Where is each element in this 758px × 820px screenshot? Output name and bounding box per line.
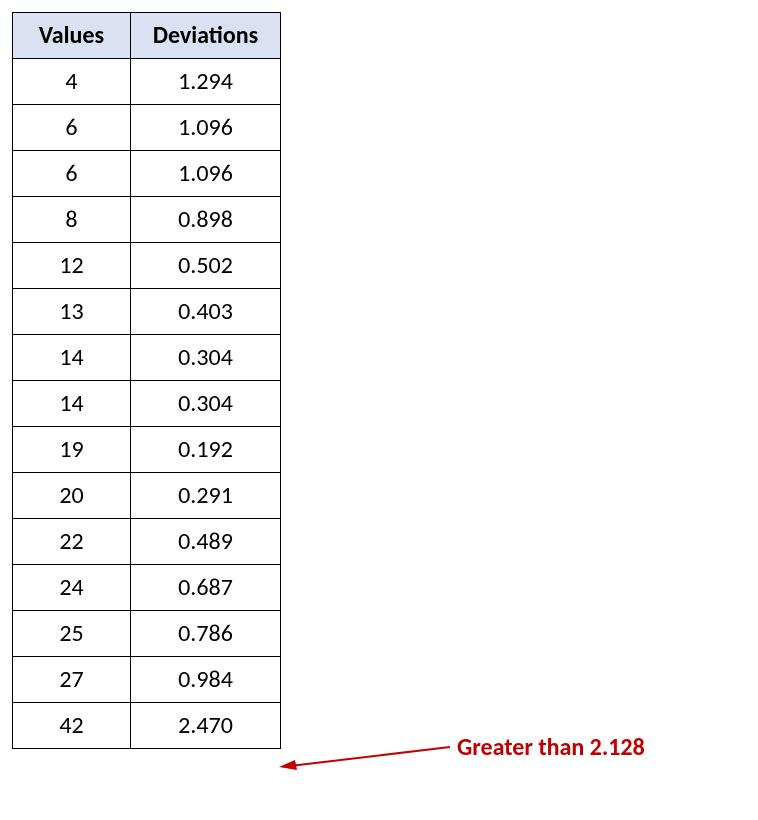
deviation-cell: 1.096 bbox=[131, 105, 281, 151]
table-row: 12 0.502 bbox=[13, 243, 281, 289]
table-header-row: Values Deviations bbox=[13, 13, 281, 59]
table-row: 42 2.470 bbox=[13, 703, 281, 749]
value-cell: 4 bbox=[13, 59, 131, 105]
table-row: 25 0.786 bbox=[13, 611, 281, 657]
deviation-cell: 0.403 bbox=[131, 289, 281, 335]
value-cell: 24 bbox=[13, 565, 131, 611]
value-cell: 19 bbox=[13, 427, 131, 473]
deviation-cell: 0.786 bbox=[131, 611, 281, 657]
value-cell: 20 bbox=[13, 473, 131, 519]
table-row: 27 0.984 bbox=[13, 657, 281, 703]
deviation-cell: 0.304 bbox=[131, 335, 281, 381]
table-row: 14 0.304 bbox=[13, 335, 281, 381]
value-cell: 42 bbox=[13, 703, 131, 749]
table-row: 8 0.898 bbox=[13, 197, 281, 243]
deviation-cell: 0.304 bbox=[131, 381, 281, 427]
deviation-cell: 0.502 bbox=[131, 243, 281, 289]
table-row: 22 0.489 bbox=[13, 519, 281, 565]
deviation-cell: 0.192 bbox=[131, 427, 281, 473]
deviation-cell: 0.984 bbox=[131, 657, 281, 703]
table-row: 20 0.291 bbox=[13, 473, 281, 519]
data-table-container: Values Deviations 4 1.294 6 1.096 6 1.09… bbox=[12, 12, 281, 749]
table-row: 24 0.687 bbox=[13, 565, 281, 611]
table-row: 13 0.403 bbox=[13, 289, 281, 335]
deviation-cell: 0.489 bbox=[131, 519, 281, 565]
value-cell: 6 bbox=[13, 151, 131, 197]
value-cell: 25 bbox=[13, 611, 131, 657]
value-cell: 14 bbox=[13, 335, 131, 381]
table-row: 4 1.294 bbox=[13, 59, 281, 105]
value-cell: 12 bbox=[13, 243, 131, 289]
annotation-callout: Greater than 2.128 bbox=[275, 722, 645, 772]
deviation-cell: 2.470 bbox=[131, 703, 281, 749]
value-cell: 6 bbox=[13, 105, 131, 151]
table-row: 19 0.192 bbox=[13, 427, 281, 473]
value-cell: 27 bbox=[13, 657, 131, 703]
table-row: 14 0.304 bbox=[13, 381, 281, 427]
value-cell: 22 bbox=[13, 519, 131, 565]
deviations-header: Deviations bbox=[131, 13, 281, 59]
arrow-icon bbox=[275, 722, 455, 772]
deviation-cell: 0.898 bbox=[131, 197, 281, 243]
table-row: 6 1.096 bbox=[13, 151, 281, 197]
value-cell: 13 bbox=[13, 289, 131, 335]
annotation-text: Greater than 2.128 bbox=[457, 733, 645, 762]
values-header: Values bbox=[13, 13, 131, 59]
value-cell: 8 bbox=[13, 197, 131, 243]
table-row: 6 1.096 bbox=[13, 105, 281, 151]
deviation-cell: 1.294 bbox=[131, 59, 281, 105]
deviation-cell: 0.687 bbox=[131, 565, 281, 611]
value-cell: 14 bbox=[13, 381, 131, 427]
deviation-cell: 0.291 bbox=[131, 473, 281, 519]
values-deviations-table: Values Deviations 4 1.294 6 1.096 6 1.09… bbox=[12, 12, 281, 749]
table-body: 4 1.294 6 1.096 6 1.096 8 0.898 12 0.502… bbox=[13, 59, 281, 749]
deviation-cell: 1.096 bbox=[131, 151, 281, 197]
